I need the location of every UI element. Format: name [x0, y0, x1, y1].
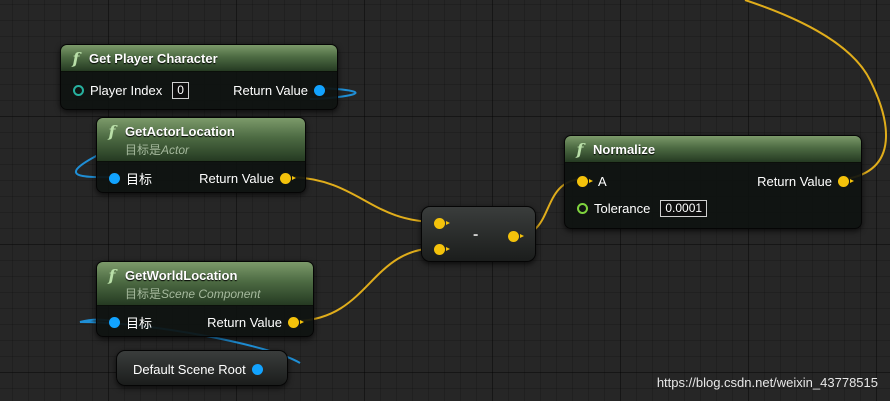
node-subtitle: 目标是Actor	[105, 141, 297, 157]
a-pin[interactable]	[577, 175, 593, 187]
node-header: f Normalize	[565, 136, 861, 163]
node-title: Normalize	[593, 142, 656, 157]
return-value-label: Return Value	[757, 173, 832, 189]
wire-world-location-to-subtract[interactable]	[297, 247, 439, 322]
subtract-symbol: -	[473, 226, 479, 243]
return-value-pin[interactable]	[838, 175, 854, 187]
player-index-input[interactable]: 0	[172, 81, 189, 99]
default-scene-root-node[interactable]: Default Scene Root	[116, 350, 288, 386]
target-pin[interactable]	[109, 172, 120, 184]
return-value-pin[interactable]	[314, 84, 325, 96]
subtract-output-pin[interactable]	[508, 230, 524, 242]
get-player-character-node[interactable]: f Get Player Character Player Index 0 Re…	[60, 44, 338, 110]
subtitle-class: Scene Component	[161, 287, 261, 301]
return-value-label: Return Value	[207, 314, 282, 330]
target-pin[interactable]	[109, 316, 120, 328]
subtract-node[interactable]: -	[421, 206, 536, 262]
subtract-input-a-pin[interactable]	[434, 217, 450, 229]
return-value-pin[interactable]	[280, 172, 296, 184]
get-actor-location-node[interactable]: f GetActorLocation 目标是Actor 目标 Return Va…	[96, 117, 306, 193]
a-label: A	[598, 173, 607, 189]
node-header: f Get Player Character	[61, 45, 337, 72]
node-header: f GetActorLocation 目标是Actor	[97, 118, 305, 162]
output-pin[interactable]	[251, 363, 263, 375]
node-header: f GetWorldLocation 目标是Scene Component	[97, 262, 313, 306]
subtitle-prefix: 目标是	[125, 287, 162, 301]
node-title: Get Player Character	[89, 51, 218, 66]
wire-actor-location-to-subtract[interactable]	[291, 176, 439, 223]
player-index-pin[interactable]	[73, 84, 84, 96]
target-label: 目标	[126, 171, 153, 187]
function-icon: f	[108, 122, 116, 141]
get-world-location-node[interactable]: f GetWorldLocation 目标是Scene Component 目标…	[96, 261, 314, 337]
subtract-input-b-pin[interactable]	[434, 243, 450, 255]
default-scene-root-label: Default Scene Root	[133, 361, 246, 377]
watermark: https://blog.csdn.net/weixin_43778515	[656, 375, 878, 390]
target-label: 目标	[126, 315, 153, 331]
subtitle-prefix: 目标是	[125, 143, 162, 157]
tolerance-pin[interactable]	[577, 202, 588, 214]
node-title: GetActorLocation	[125, 124, 235, 139]
function-icon: f	[576, 140, 584, 159]
player-index-label: Player Index	[90, 82, 163, 98]
return-value-label: Return Value	[233, 82, 308, 98]
tolerance-label: Tolerance	[594, 200, 651, 216]
node-subtitle: 目标是Scene Component	[105, 285, 305, 301]
function-icon: f	[72, 49, 80, 68]
return-value-label: Return Value	[199, 170, 274, 186]
normalize-node[interactable]: f Normalize A Return Value Tolerance 0.0…	[564, 135, 862, 229]
node-title: GetWorldLocation	[125, 268, 238, 283]
subtitle-class: Actor	[161, 143, 190, 157]
function-icon: f	[108, 266, 116, 285]
return-value-pin[interactable]	[288, 316, 304, 328]
tolerance-input[interactable]: 0.0001	[660, 199, 708, 217]
